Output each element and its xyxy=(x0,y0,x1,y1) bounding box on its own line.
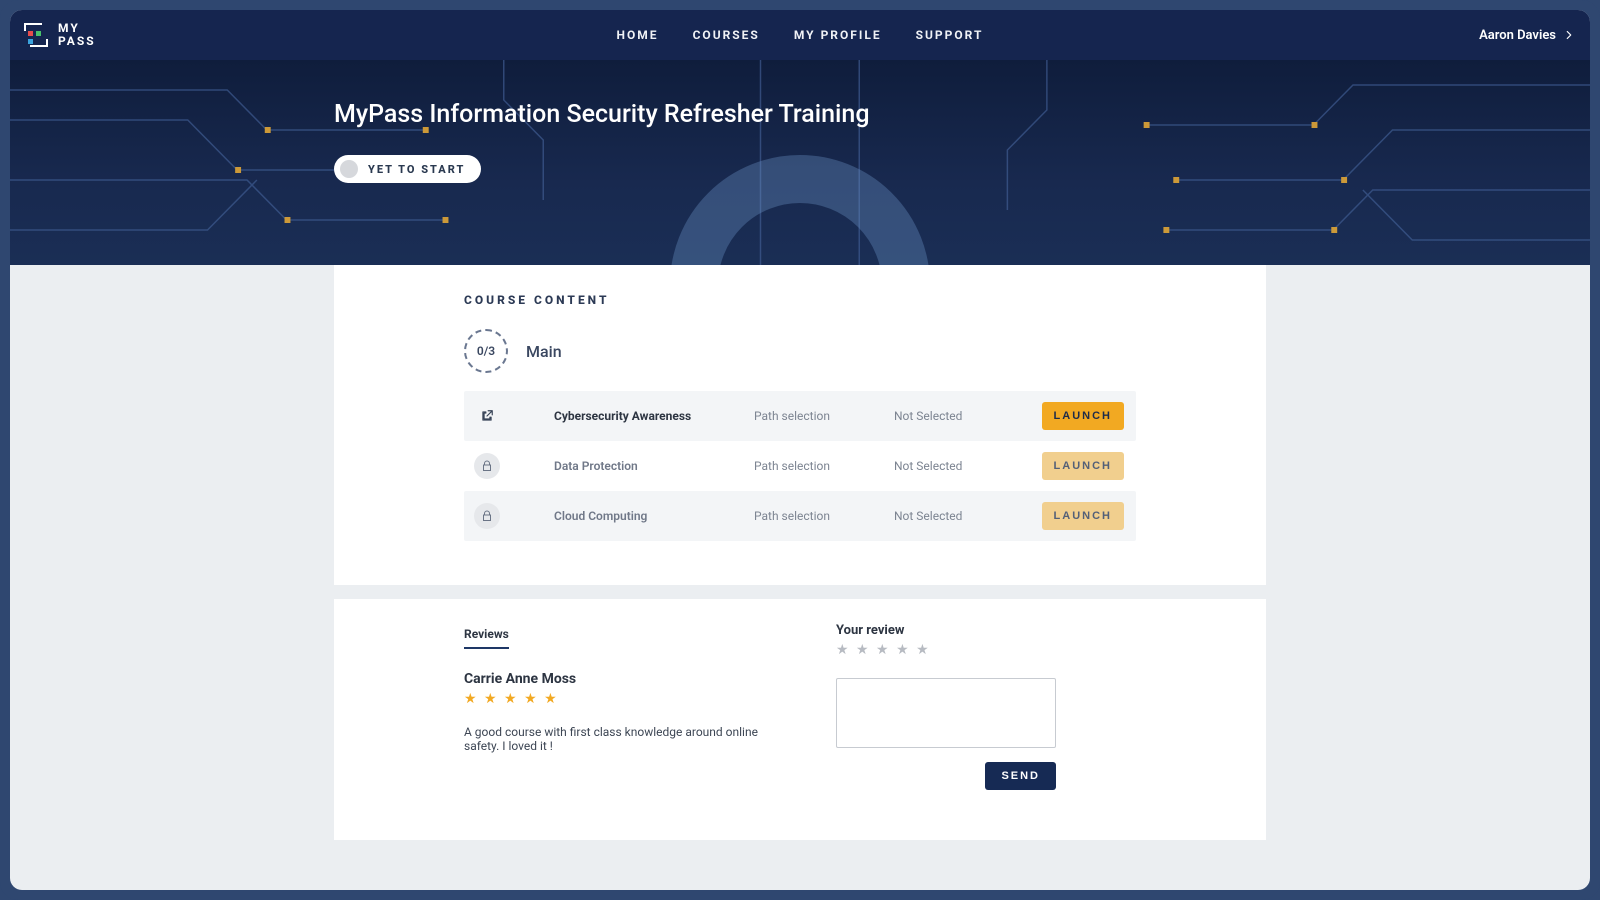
status-dot-icon xyxy=(340,160,358,178)
lesson-meta: Path selection xyxy=(754,409,894,423)
lesson-row: Cloud Computing Path selection Not Selec… xyxy=(464,491,1136,541)
lesson-status: Not Selected xyxy=(894,459,1042,473)
nav-home[interactable]: HOME xyxy=(617,28,659,42)
brand-logo-text: MY PASS xyxy=(58,22,96,47)
external-link-icon xyxy=(474,403,500,429)
module-progress: 0/3 xyxy=(464,329,508,373)
course-content-card: COURSE CONTENT 0/3 Main Cybersecurity Aw… xyxy=(334,265,1266,585)
user-menu[interactable]: Aaron Davies xyxy=(1479,28,1576,43)
lesson-row: Data Protection Path selection Not Selec… xyxy=(464,441,1136,491)
lesson-meta: Path selection xyxy=(754,509,894,523)
brand-logo-icon xyxy=(24,23,48,47)
course-status-chip: YET TO START xyxy=(334,155,481,183)
tab-reviews[interactable]: Reviews xyxy=(464,627,509,649)
your-review-label: Your review xyxy=(836,623,1136,638)
top-nav: MY PASS HOME COURSES MY PROFILE SUPPORT … xyxy=(10,10,1590,60)
course-hero: MyPass Information Security Refresher Tr… xyxy=(10,60,1590,265)
lesson-row: Cybersecurity Awareness Path selection N… xyxy=(464,391,1136,441)
review-textarea[interactable] xyxy=(836,678,1056,748)
chevron-right-icon xyxy=(1562,28,1576,42)
review-stars: ★ ★ ★ ★ ★ xyxy=(464,691,796,707)
launch-button: LAUNCH xyxy=(1042,502,1124,530)
course-status-label: YET TO START xyxy=(368,163,465,176)
lesson-status: Not Selected xyxy=(894,509,1042,523)
launch-button[interactable]: LAUNCH xyxy=(1042,402,1124,430)
nav-courses[interactable]: COURSES xyxy=(693,28,760,42)
reviews-card: Reviews Carrie Anne Moss ★ ★ ★ ★ ★ A goo… xyxy=(334,599,1266,840)
lesson-title: Cloud Computing xyxy=(554,509,754,523)
lesson-title: Data Protection xyxy=(554,459,754,473)
course-content-heading: COURSE CONTENT xyxy=(464,293,1136,307)
lock-icon xyxy=(474,453,500,479)
review-text: A good course with first class knowledge… xyxy=(464,725,796,753)
lock-icon xyxy=(474,503,500,529)
lesson-title: Cybersecurity Awareness xyxy=(554,409,754,423)
nav-profile[interactable]: MY PROFILE xyxy=(794,28,882,42)
lesson-status: Not Selected xyxy=(894,409,1042,423)
your-review-stars[interactable]: ★ ★ ★ ★ ★ xyxy=(836,642,1136,658)
nav-support[interactable]: SUPPORT xyxy=(916,28,984,42)
brand-logo[interactable]: MY PASS xyxy=(24,22,96,47)
send-button[interactable]: SEND xyxy=(985,762,1056,790)
module-row: 0/3 Main xyxy=(464,329,1136,373)
user-name: Aaron Davies xyxy=(1479,28,1556,43)
reviewer-name: Carrie Anne Moss xyxy=(464,671,796,687)
launch-button: LAUNCH xyxy=(1042,452,1124,480)
lesson-meta: Path selection xyxy=(754,459,894,473)
course-title: MyPass Information Security Refresher Tr… xyxy=(334,100,1266,129)
module-name: Main xyxy=(526,342,562,361)
nav-links: HOME COURSES MY PROFILE SUPPORT xyxy=(617,28,984,42)
